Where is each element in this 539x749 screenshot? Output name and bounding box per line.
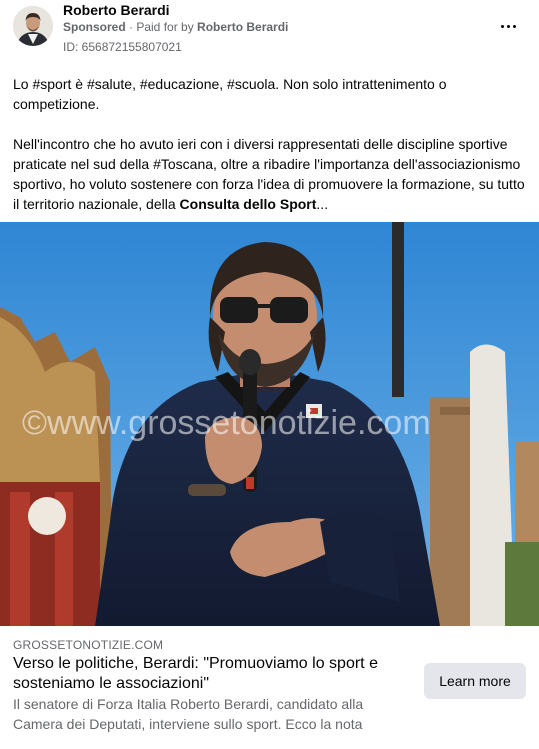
paid-by-name[interactable]: Roberto Berardi: [197, 20, 288, 34]
post-text: Lo #sport è #salute, #educazione, #scuol…: [13, 74, 525, 214]
paid-for-prefix: · Paid for by: [125, 20, 198, 34]
ad-id: ID: 656872155807021: [63, 40, 182, 54]
post-paragraph-1: Lo #sport è #salute, #educazione, #scuol…: [13, 76, 447, 112]
link-domain: GROSSETONOTIZIE.COM: [13, 638, 164, 652]
learn-more-button[interactable]: Learn more: [424, 663, 526, 699]
sponsored-post: Roberto Berardi Sponsored · Paid for by …: [0, 0, 539, 749]
more-horizontal-icon: [500, 24, 504, 28]
avatar[interactable]: [13, 6, 53, 46]
sponsorship-line: Sponsored · Paid for by Roberto Berardi: [63, 20, 288, 34]
link-headline[interactable]: Verso le politiche, Berardi: "Promuoviam…: [13, 654, 403, 694]
link-preview[interactable]: GROSSETONOTIZIE.COM Verso le politiche, …: [0, 626, 539, 749]
see-more-ellipsis[interactable]: ...: [316, 196, 328, 212]
author-name[interactable]: Roberto Berardi: [63, 2, 170, 18]
sponsored-label[interactable]: Sponsored: [63, 20, 126, 34]
avatar-portrait: [13, 6, 53, 46]
consulta-link[interactable]: Consulta dello Sport: [180, 196, 317, 212]
link-description: Il senatore di Forza Italia Roberto Bera…: [13, 696, 364, 732]
more-options-button[interactable]: [493, 14, 523, 38]
watermark-text: ©www.grossetonotizie.com: [22, 404, 431, 442]
speaker-photo: ©www.grossetonotizie.com: [0, 222, 539, 626]
post-paragraph-2: Nell'incontro che ho avuto ieri con i di…: [13, 134, 525, 214]
post-image[interactable]: ©www.grossetonotizie.com: [0, 222, 539, 626]
post-header: Roberto Berardi Sponsored · Paid for by …: [0, 0, 539, 66]
